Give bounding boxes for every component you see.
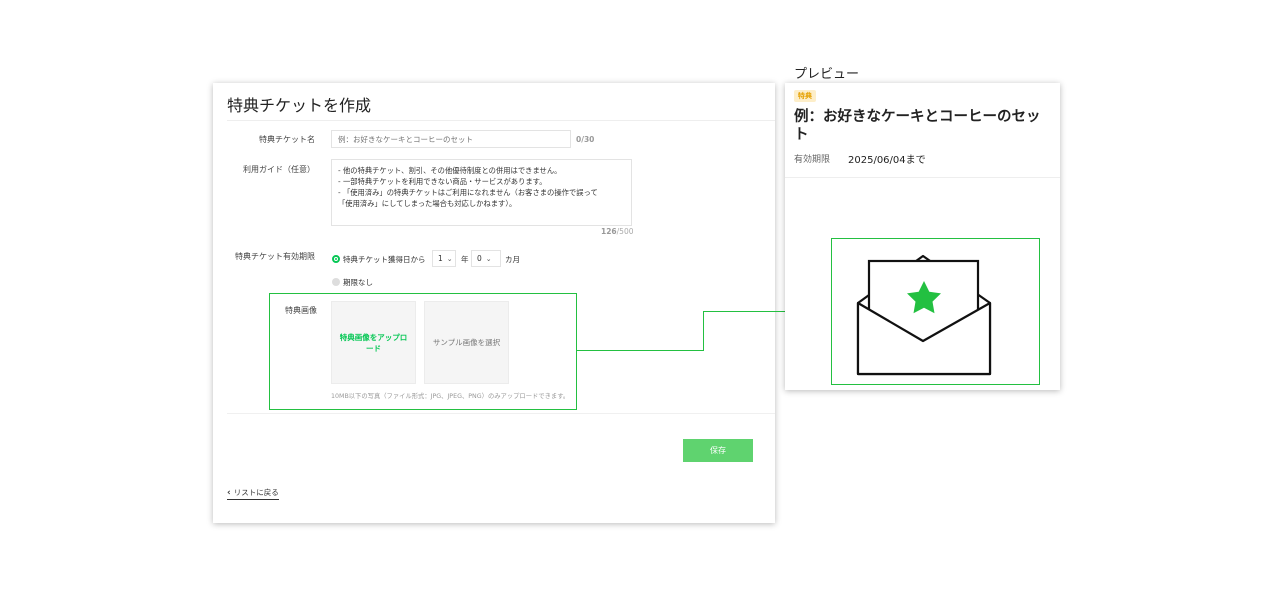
validity-from-label: 特典チケット獲得日から <box>343 255 426 264</box>
footer-divider <box>227 413 775 414</box>
months-select[interactable]: 0 ⌄ <box>471 250 501 267</box>
page-title: 特典チケットを作成 <box>227 96 372 115</box>
guide-textarea[interactable]: - 他の特典チケット、割引、その他優待制度との併用はできません。 - 一部特典チ… <box>331 159 632 226</box>
coupon-badge: 特典 <box>794 90 816 102</box>
guide-counter: 126/500 <box>601 227 634 236</box>
validity-label: 特典チケット有効期限 <box>235 252 315 261</box>
guide-line: - 一部特典チケットを利用できない商品・サービスがあります。 <box>338 177 547 186</box>
ticket-name-counter: 0/30 <box>576 135 595 144</box>
connector-line <box>703 311 704 351</box>
preview-validity-label: 有効期限 <box>794 155 831 165</box>
title-divider <box>227 120 775 121</box>
image-section-highlight <box>269 293 577 410</box>
guide-label: 利用ガイド（任意） <box>243 165 315 174</box>
validity-none-radio[interactable] <box>332 278 340 286</box>
years-select[interactable]: 1 ⌄ <box>432 250 456 267</box>
preview-divider <box>785 177 1060 178</box>
connector-line <box>577 350 703 351</box>
back-label: リストに戻る <box>233 488 279 497</box>
month-unit: カ月 <box>505 255 520 264</box>
guide-line: - 他の特典チケット、割引、その他優待制度との併用はできません。 <box>338 166 562 175</box>
guide-line: - 「使用済み」の特典チケットはご利用になれません（お客さまの操作で誤って <box>338 188 598 197</box>
validity-from-radio[interactable] <box>332 255 340 263</box>
save-button[interactable]: 保存 <box>683 439 753 462</box>
preview-heading: プレビュー <box>794 67 860 82</box>
guide-line: 「使用済み」にしてしまった場合も対応しかねます）。 <box>338 199 517 208</box>
back-to-list-link[interactable]: ‹ リストに戻る <box>227 487 279 500</box>
preview-validity-value: 2025/06/04まで <box>848 155 926 166</box>
chevron-down-icon: ⌄ <box>446 254 453 263</box>
ticket-name-label: 特典チケット名 <box>259 135 315 144</box>
year-unit: 年 <box>461 255 469 264</box>
preview-title: 例：お好きなケーキとコーヒーのセット <box>794 109 1041 143</box>
validity-none-label: 期限なし <box>343 278 373 287</box>
chevron-left-icon: ‹ <box>227 487 231 498</box>
chevron-down-icon: ⌄ <box>485 254 492 263</box>
ticket-name-input[interactable] <box>331 130 571 148</box>
envelope-star-icon <box>856 254 992 376</box>
